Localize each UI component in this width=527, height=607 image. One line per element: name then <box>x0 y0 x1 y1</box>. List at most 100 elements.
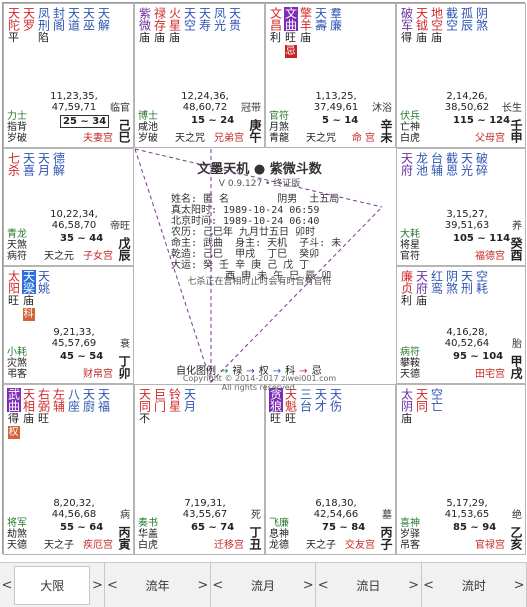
star[interactable]: 空耗 <box>475 270 489 307</box>
next-arrow-icon[interactable]: > <box>407 578 421 593</box>
star[interactable]: 天钺庙 <box>415 7 429 44</box>
tab-label[interactable]: 流日 <box>330 577 406 594</box>
palace-name[interactable]: 官禄宫 <box>475 536 505 551</box>
star[interactable]: 右弼旺 <box>37 388 51 439</box>
prev-arrow-icon[interactable]: < <box>316 578 330 593</box>
star[interactable]: 天姚 <box>37 270 51 321</box>
tab-label[interactable]: 流月 <box>225 577 301 594</box>
star[interactable]: 阴煞 <box>445 270 459 307</box>
next-arrow-icon[interactable]: > <box>301 578 315 593</box>
star[interactable]: 贪狼旺 <box>268 388 283 425</box>
star[interactable]: 天刑 <box>460 270 474 307</box>
palace-cell-si[interactable]: 天陀平天罗 凤刑陷封阁 天道 天巫 天解 11,23,35, 47,59,71 25 ~ 3… <box>3 3 134 148</box>
palace-cell-yin[interactable]: 武曲得权天相庙右弼旺左辅 八座 天廚 天福 8,20,32, 44,56,68 55 ~ … <box>3 384 134 555</box>
palace-name[interactable]: 田宅宫 <box>475 365 505 380</box>
star[interactable]: 天梁庙科 <box>21 270 36 321</box>
star[interactable]: 天道 <box>67 7 81 44</box>
star[interactable]: 破碎 <box>475 152 489 176</box>
star[interactable]: 天廚 <box>82 388 96 439</box>
palace-name[interactable]: 交友宫 <box>345 536 375 551</box>
tab-label[interactable]: 流时 <box>436 577 512 594</box>
star[interactable]: 天同不 <box>138 388 152 425</box>
star[interactable]: 天罗 <box>22 7 36 44</box>
star[interactable]: 天月 <box>37 152 51 176</box>
star[interactable]: 廉贞利 <box>400 270 414 307</box>
star[interactable]: 天寿 <box>198 7 212 44</box>
star[interactable]: 七杀 <box>7 152 21 176</box>
star[interactable]: 封阁 <box>52 7 66 44</box>
star[interactable]: 台辅 <box>430 152 444 176</box>
star[interactable]: 天巫 <box>82 7 96 44</box>
star[interactable]: 禄存庙 <box>153 7 167 44</box>
palace-name[interactable]: 迁移宫 <box>214 536 244 551</box>
star[interactable]: 天喜 <box>22 152 36 176</box>
palace-name[interactable]: 命 宫 <box>352 129 375 144</box>
prev-arrow-icon[interactable]: < <box>211 578 225 593</box>
palace-cell-hai[interactable]: 太阴庙天同 空亡 5,17,29, 41,53,65 85 ~ 94 绝乙亥 喜神 岁驿 吊客… <box>396 384 526 555</box>
palace-cell-chou[interactable]: 天同不巨门 铃星 天月 7,19,31, 43,55,67 65 ~ 74 死丁丑 奏书 华盖… <box>134 384 265 555</box>
star[interactable]: 天陀平 <box>7 7 21 44</box>
prev-arrow-icon[interactable]: < <box>422 578 436 593</box>
palace-name[interactable]: 疾厄宫 <box>83 536 113 551</box>
next-arrow-icon[interactable]: > <box>196 578 210 593</box>
star[interactable]: 凤刑陷 <box>37 7 51 44</box>
star[interactable]: 破军得 <box>400 7 414 44</box>
palace-name[interactable]: 福德宫 <box>475 247 505 262</box>
star[interactable]: 三台 <box>299 388 313 425</box>
palace-cell-mao[interactable]: 太阳旺天梁庙科天姚 9,21,33, 45,57,69 45 ~ 54 衰丁卯 小耗 灾煞… <box>3 266 134 384</box>
palace-name[interactable]: 父母宫 <box>475 129 505 144</box>
star[interactable]: 红鸾 <box>430 270 444 307</box>
tab-label[interactable]: 大限 <box>14 565 91 605</box>
star[interactable]: 空亡 <box>430 388 444 425</box>
star[interactable]: 天贵 <box>228 7 242 44</box>
palace-cell-you[interactable]: 天府 龙池 台辅 截恩 天光 破碎 3,15,27, 39,51,63 105 ~ 114 养癸… <box>396 148 526 266</box>
star[interactable]: 火星庙 <box>168 7 182 44</box>
palace-cell-wei[interactable]: 文昌利文曲旺忌擎羊庙天壽 羣廉 1,13,25, 37,49,61 5 ~ 14 沐浴辛… <box>265 3 396 148</box>
star[interactable]: 德解 <box>52 152 66 176</box>
star[interactable]: 紫微庙 <box>138 7 152 44</box>
star[interactable]: 天月 <box>183 388 197 425</box>
palace-cell-xu[interactable]: 廉贞利天府庙红鸾 阴煞 天刑 空耗 4,16,28, 40,52,64 95 ~ 104 胎… <box>396 266 526 384</box>
star[interactable]: 巨门 <box>153 388 167 425</box>
palace-name[interactable]: 财帛宫 <box>83 365 113 380</box>
star[interactable]: 八座 <box>67 388 81 439</box>
star[interactable]: 龙池 <box>415 152 429 176</box>
palace-cell-chen[interactable]: 七杀 天喜 天月 德解 10,22,34, 46,58,70 35 ~ 44 帝旺 戊辰 青龙天… <box>3 148 134 266</box>
prev-arrow-icon[interactable]: < <box>105 578 119 593</box>
star[interactable]: 铃星 <box>168 388 182 425</box>
star[interactable]: 天伤 <box>329 388 343 425</box>
star[interactable]: 天魁旺 <box>284 388 298 425</box>
star[interactable]: 天府庙 <box>415 270 429 307</box>
star[interactable]: 天光 <box>460 152 474 176</box>
star[interactable]: 天同 <box>415 388 429 425</box>
star[interactable]: 擎羊庙 <box>299 7 313 58</box>
star[interactable]: 截空 <box>445 7 459 44</box>
star[interactable]: 天空 <box>183 7 197 44</box>
star[interactable]: 天解 <box>97 7 111 44</box>
star[interactable]: 天福 <box>97 388 111 439</box>
star[interactable]: 天才 <box>314 388 328 425</box>
star[interactable]: 截恩 <box>445 152 459 176</box>
star[interactable]: 地空庙 <box>430 7 444 44</box>
next-arrow-icon[interactable]: > <box>512 578 526 593</box>
star[interactable]: 天壽 <box>314 7 328 58</box>
palace-name[interactable]: 夫妻宫 <box>83 129 113 144</box>
palace-cell-wu[interactable]: 紫微庙禄存庙火星庙天空 天寿 凤光 天贵 12,24,36, 48,60,72 15 ~ … <box>134 3 265 148</box>
palace-cell-shen[interactable]: 破军得天钺庙地空庙截空 孤辰 阴煞 2,14,26, 38,50,62 115 ~ 12… <box>396 3 526 148</box>
star[interactable]: 武曲得权 <box>6 388 21 439</box>
palace-name[interactable]: 兄弟宫 <box>214 129 244 144</box>
prev-arrow-icon[interactable]: < <box>0 578 14 593</box>
star[interactable]: 阴煞 <box>475 7 489 44</box>
star[interactable]: 天相庙 <box>22 388 36 439</box>
tab-label[interactable]: 流年 <box>119 577 195 594</box>
star[interactable]: 凤光 <box>213 7 227 44</box>
next-arrow-icon[interactable]: > <box>90 578 104 593</box>
star[interactable]: 孤辰 <box>460 7 474 44</box>
star[interactable]: 太阳旺 <box>7 270 21 321</box>
palace-name[interactable]: 子女宫 <box>83 247 113 262</box>
star[interactable]: 羣廉 <box>329 7 343 58</box>
palace-cell-zi[interactable]: 贪狼旺天魁旺三台 天才 天伤 6,18,30, 42,54,66 75 ~ 84 墓丙子 飞… <box>265 384 396 555</box>
star[interactable]: 文昌利 <box>269 7 283 58</box>
star[interactable]: 太阴庙 <box>400 388 414 425</box>
star[interactable]: 文曲旺忌 <box>283 7 298 58</box>
